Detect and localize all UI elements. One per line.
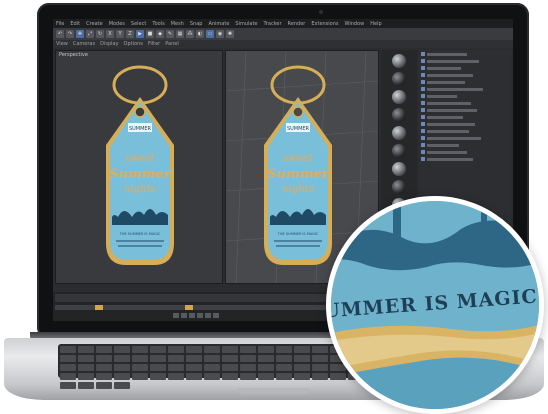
menu-snap[interactable]: Snap [190, 21, 203, 27]
object-row[interactable] [421, 135, 509, 141]
material-ball[interactable] [392, 72, 406, 86]
axis-y-icon[interactable]: Y [116, 30, 124, 38]
keychain-line3: nights [282, 184, 314, 195]
keychain-render-left[interactable]: SUMMER sweet Summer nights THE SUMMER IS… [96, 65, 184, 271]
menu-bar: File Edit Create Modes Select Tools Mesh… [53, 19, 513, 28]
skip-forward-icon[interactable] [213, 313, 219, 318]
render-view-icon[interactable]: ■ [146, 30, 154, 38]
magnified-detail: UMMER IS MAGIC [331, 201, 539, 409]
menu-create[interactable]: Create [86, 21, 103, 27]
menu-mesh[interactable]: Mesh [171, 21, 184, 27]
viewport-menu: View Cameras Display Options Filter Pane… [53, 40, 513, 48]
menu-select[interactable]: Select [131, 21, 146, 27]
menu-simulate[interactable]: Simulate [235, 21, 257, 27]
move-icon[interactable]: ✥ [76, 30, 84, 38]
main-toolbar: ↶ ↷ ✥ ⤢ ↻ X Y Z ▶ ■ ◆ ✎ ▦ ⁂ ◐ ▭ ◉ ✺ [53, 28, 513, 40]
material-ball[interactable] [392, 108, 406, 122]
menu-help[interactable]: Help [370, 21, 381, 27]
object-row[interactable] [421, 107, 509, 113]
menu-modes[interactable]: Modes [109, 21, 125, 27]
keychain-line2: Summer [267, 167, 330, 182]
stop-icon[interactable] [197, 313, 203, 318]
viewport-menu-options[interactable]: Options [124, 41, 143, 47]
object-row[interactable] [421, 51, 509, 57]
viewport-menu-view[interactable]: View [56, 41, 68, 47]
object-row[interactable] [421, 86, 509, 92]
object-row[interactable] [421, 114, 509, 120]
object-row[interactable] [421, 149, 509, 155]
undo-icon[interactable]: ↶ [56, 30, 64, 38]
keychain-line3: nights [124, 184, 156, 195]
material-ball[interactable] [392, 180, 406, 194]
viewport-menu-filter[interactable]: Filter [148, 41, 160, 47]
play-icon[interactable] [189, 313, 195, 318]
step-back-icon[interactable] [181, 313, 187, 318]
keychain-bottom-text: THE SUMMER IS MAGIC [119, 232, 161, 236]
object-row[interactable] [421, 58, 509, 64]
viewport-menu-panel[interactable]: Panel [165, 41, 179, 47]
object-row[interactable] [421, 72, 509, 78]
keychain-render-right[interactable]: SUMMER sweet Summer nights THE SUMMER IS… [254, 65, 342, 271]
viewport-menu-cameras[interactable]: Cameras [73, 41, 95, 47]
object-row[interactable] [421, 65, 509, 71]
material-ball[interactable] [392, 90, 406, 104]
object-row[interactable] [421, 142, 509, 148]
material-ball[interactable] [392, 144, 406, 158]
camera-icon[interactable]: ◉ [216, 30, 224, 38]
redo-icon[interactable]: ↷ [66, 30, 74, 38]
step-forward-icon[interactable] [205, 313, 211, 318]
object-row[interactable] [421, 100, 509, 106]
menu-render[interactable]: Render [288, 21, 306, 27]
viewport-label: Perspective [59, 52, 88, 58]
axis-x-icon[interactable]: X [106, 30, 114, 38]
cube-icon[interactable]: ◆ [156, 30, 164, 38]
menu-tracker[interactable]: Tracker [264, 21, 282, 27]
viewport-perspective[interactable]: Perspective SUMMER sweet Summer nights T… [55, 50, 223, 284]
keychain-line1: sweet [125, 153, 156, 164]
render-icon[interactable]: ▶ [136, 30, 144, 38]
viewport-menu-display[interactable]: Display [100, 41, 118, 47]
subdivide-icon[interactable]: ▦ [176, 30, 184, 38]
trackpad-notch [238, 388, 310, 394]
material-ball[interactable] [392, 54, 406, 68]
axis-z-icon[interactable]: Z [126, 30, 134, 38]
menu-tools[interactable]: Tools [152, 21, 164, 27]
keychain-tag-text: SUMMER [129, 126, 152, 132]
deformer-icon[interactable]: ◐ [196, 30, 204, 38]
object-row[interactable] [421, 93, 509, 99]
object-row[interactable] [421, 128, 509, 134]
floor-icon[interactable]: ▭ [206, 30, 214, 38]
webcam [319, 10, 323, 14]
light-icon[interactable]: ✺ [226, 30, 234, 38]
rotate-icon[interactable]: ↻ [96, 30, 104, 38]
object-row[interactable] [421, 121, 509, 127]
object-row[interactable] [421, 156, 509, 162]
menu-extensions[interactable]: Extensions [311, 21, 338, 27]
keychain-bottom-text: THE SUMMER IS MAGIC [277, 232, 319, 236]
keychain-line2: Summer [109, 167, 172, 182]
scale-icon[interactable]: ⤢ [86, 30, 94, 38]
zoom-magnifier: UMMER IS MAGIC [326, 196, 544, 414]
keychain-tag-text: SUMMER [287, 126, 310, 132]
menu-edit[interactable]: Edit [70, 21, 80, 27]
pen-icon[interactable]: ✎ [166, 30, 174, 38]
menu-file[interactable]: File [56, 21, 64, 27]
material-ball[interactable] [392, 126, 406, 140]
array-icon[interactable]: ⁂ [186, 30, 194, 38]
menu-window[interactable]: Window [345, 21, 365, 27]
keyframe-marker[interactable] [95, 305, 103, 310]
menu-animate[interactable]: Animate [208, 21, 229, 27]
keyframe-marker[interactable] [185, 305, 193, 310]
skip-back-icon[interactable] [173, 313, 179, 318]
keychain-line1: sweet [283, 153, 314, 164]
object-row[interactable] [421, 79, 509, 85]
material-ball[interactable] [392, 162, 406, 176]
